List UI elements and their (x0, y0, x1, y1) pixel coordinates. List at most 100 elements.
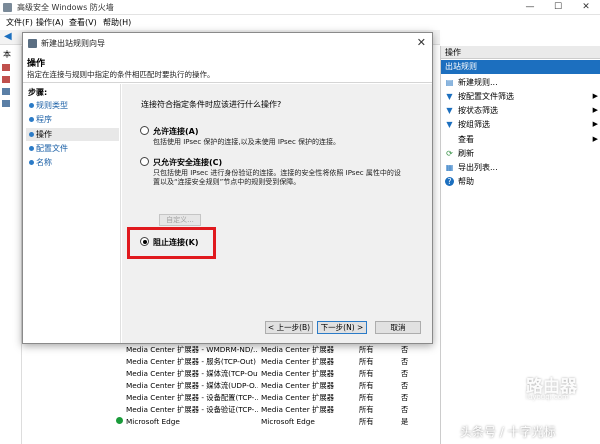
new-rule-icon: ▤ (445, 78, 454, 87)
allow-secure-connection-radio[interactable] (140, 157, 149, 166)
rule-enabled: 否 (401, 357, 409, 366)
table-row[interactable]: Microsoft Edge Microsoft Edge 所有 是 (116, 417, 440, 429)
next-button[interactable]: 下一步(N) > (317, 321, 367, 334)
rule-name: Media Center 扩展器 - 设备验证(TCP-... (126, 405, 258, 414)
rule-name: Microsoft Edge (126, 417, 180, 426)
monitor-icon (2, 100, 10, 107)
view-icon (445, 135, 454, 144)
rule-name: Media Center 扩展器 - 媒体流(UDP-O... (126, 381, 258, 390)
step-bullet-icon (29, 103, 34, 108)
step-profile[interactable]: 配置文件 (26, 142, 119, 155)
dialog-header: 操作 指定在连接与规则中指定的条件相匹配时要执行的操作。 (23, 53, 432, 83)
actions-header: 操作 (441, 46, 600, 59)
step-rule-type[interactable]: 规则类型 (26, 99, 119, 112)
new-outbound-rule-wizard: 新建出站规则向导 ✕ 操作 指定在连接与规则中指定的条件相匹配时要执行的操作。 … (22, 32, 433, 344)
menu-help[interactable]: 帮助(H) (103, 17, 131, 28)
action-question: 连接符合指定条件时应该进行什么操作? (141, 100, 282, 109)
filter-icon: ▼ (446, 120, 453, 129)
rule-enabled: 否 (401, 405, 409, 414)
allow-secure-connection-desc-2: 置以及“连接安全规则”节点中的规则受到保障。 (153, 178, 301, 186)
page-title: 操作 (27, 59, 46, 69)
action-filter-by-state[interactable]: ▼ 按状态筛选 ▶ (441, 104, 600, 117)
rule-profile: 所有 (359, 417, 374, 426)
step-program[interactable]: 程序 (26, 113, 119, 126)
rule-enabled: 否 (401, 345, 409, 354)
rule-profile: 所有 (359, 357, 374, 366)
cancel-button[interactable]: 取消 (375, 321, 421, 334)
back-button[interactable]: < 上一步(B) (265, 321, 313, 334)
rule-profile: 所有 (359, 369, 374, 378)
rule-group: Media Center 扩展器 (261, 357, 335, 366)
menu-action[interactable]: 操作(A) (36, 17, 64, 28)
submenu-arrow-icon: ▶ (592, 135, 598, 143)
allow-connection-desc: 包括使用 IPsec 保护的连接,以及未使用 IPsec 保护的连接。 (153, 138, 341, 146)
rule-group: Media Center 扩展器 (261, 369, 335, 378)
allow-secure-connection-desc-1: 只包括使用 IPsec 进行身份验证的连接。连接的安全性将依照 IPsec 属性… (153, 169, 401, 177)
action-export-list[interactable]: ▦ 导出列表... (441, 161, 600, 174)
action-refresh[interactable]: ⟳ 刷新 (441, 147, 600, 160)
menu-file[interactable]: 文件(F) (6, 17, 33, 28)
outbound-rules-icon (2, 76, 10, 83)
watermark-author: 头条号 / 十字光标 (460, 425, 556, 439)
rule-name: Media Center 扩展器 - 媒体流(TCP-Out) (126, 369, 258, 378)
action-new-rule[interactable]: ▤ 新建规则... (441, 76, 600, 89)
wizard-icon (28, 39, 37, 48)
navigation-tree: 本 (0, 46, 22, 444)
rule-enabled: 是 (401, 417, 409, 426)
menu-view[interactable]: 查看(V) (69, 17, 97, 28)
dialog-close-button[interactable]: ✕ (417, 36, 426, 49)
rule-group: Media Center 扩展器 (261, 393, 335, 402)
table-row[interactable]: Media Center 扩展器 - WMDRM-ND/... Media Ce… (116, 345, 440, 357)
tree-item-root[interactable]: 本 (3, 49, 11, 60)
maximize-button[interactable]: ☐ (544, 0, 572, 15)
step-bullet-icon (29, 117, 34, 122)
help-icon: ? (445, 177, 454, 186)
allow-connection-label[interactable]: 允许连接(A) (153, 126, 199, 137)
router-site-watermark: 路由器 luyouqi.com (496, 372, 600, 408)
rule-enabled: 否 (401, 381, 409, 390)
table-row[interactable]: Media Center 扩展器 - 设备验证(TCP-... Media Ce… (116, 405, 440, 417)
rule-enabled: 否 (401, 369, 409, 378)
action-filter-by-group[interactable]: ▼ 按组筛选 ▶ (441, 118, 600, 131)
rule-name: Media Center 扩展器 - WMDRM-ND/... (126, 345, 258, 354)
table-row[interactable]: Media Center 扩展器 - 设备配置(TCP-... Media Ce… (116, 393, 440, 405)
firewall-app-icon (3, 3, 12, 12)
rule-profile: 所有 (359, 393, 374, 402)
minimize-button[interactable]: — (516, 0, 544, 15)
wizard-content: 连接符合指定条件时应该进行什么操作? 允许连接(A) 包括使用 IPsec 保护… (122, 84, 432, 343)
rule-profile: 所有 (359, 405, 374, 414)
highlight-annotation-box (127, 227, 216, 259)
steps-title: 步骤: (28, 88, 48, 97)
actions-section-outbound[interactable]: 出站规则 (441, 60, 600, 74)
rule-group: Media Center 扩展器 (261, 381, 335, 390)
rule-profile: 所有 (359, 381, 374, 390)
table-row[interactable]: Media Center 扩展器 - 媒体流(UDP-O... Media Ce… (116, 381, 440, 393)
allow-secure-connection-label[interactable]: 只允许安全连接(C) (153, 157, 222, 168)
main-window-titlebar: 高级安全 Windows 防火墙 — ☐ ✕ (0, 0, 600, 15)
action-filter-by-profile[interactable]: ▼ 按配置文件筛选 ▶ (441, 90, 600, 103)
table-row[interactable]: Media Center 扩展器 - 服务(TCP-Out) Media Cen… (116, 357, 440, 369)
rule-name: Media Center 扩展器 - 设备配置(TCP-... (126, 393, 258, 402)
allow-connection-radio[interactable] (140, 126, 149, 135)
back-arrow-icon[interactable]: ◀ (4, 32, 12, 42)
rule-group: Media Center 扩展器 (261, 345, 335, 354)
filter-icon: ▼ (446, 92, 453, 101)
step-action[interactable]: 操作 (26, 128, 119, 141)
dialog-title: 新建出站规则向导 (41, 39, 105, 48)
router-logo-icon (496, 374, 522, 396)
page-description: 指定在连接与规则中指定的条件相匹配时要执行的操作。 (27, 70, 215, 79)
rule-group: Media Center 扩展器 (261, 405, 335, 414)
filter-icon: ▼ (446, 106, 453, 115)
submenu-arrow-icon: ▶ (592, 106, 598, 114)
close-button[interactable]: ✕ (572, 0, 600, 15)
step-name[interactable]: 名称 (26, 156, 119, 169)
customize-button[interactable]: 自定义... (159, 214, 201, 226)
wizard-steps: 步骤: 规则类型 程序 操作 配置文件 名称 (24, 84, 121, 343)
connection-rules-icon (2, 88, 10, 95)
action-help[interactable]: ? 帮助 (441, 175, 600, 188)
table-row[interactable]: Media Center 扩展器 - 媒体流(TCP-Out) Media Ce… (116, 369, 440, 381)
step-bullet-icon (29, 146, 34, 151)
menu-bar: 文件(F) 操作(A) 查看(V) 帮助(H) (0, 15, 600, 30)
action-view[interactable]: 查看 ▶ (441, 133, 600, 146)
step-bullet-icon (29, 132, 34, 137)
